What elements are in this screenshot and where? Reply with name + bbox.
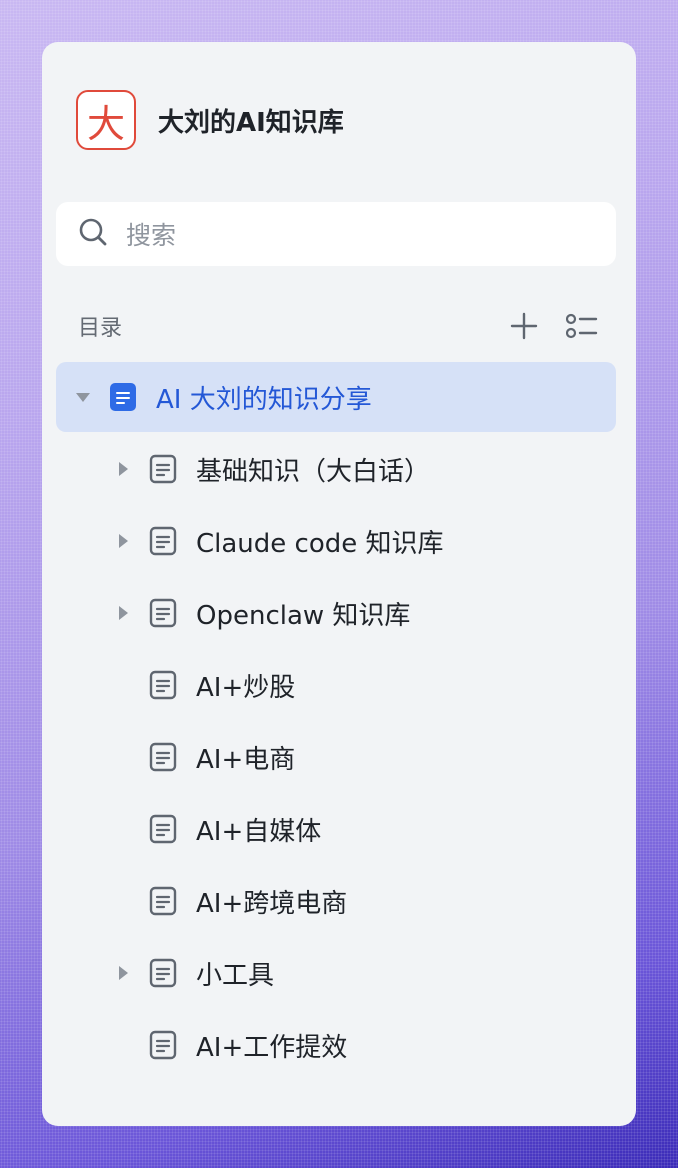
kb-title[interactable]: 大刘的AI知识库 [158,102,344,139]
tree-row-label: Claude code 知识库 [196,528,444,559]
caret-right-icon[interactable] [114,460,132,478]
document-icon [148,670,178,700]
tree-row[interactable]: Claude code 知识库 [56,506,616,576]
tree-row-label: AI+工作提效 [196,1032,348,1063]
tree-row[interactable]: AI+炒股 [56,650,616,720]
tree-row[interactable]: AI+电商 [56,722,616,792]
tree-row[interactable]: AI+自媒体 [56,794,616,864]
list-icon [566,313,598,339]
doc-tree: AI 大刘的知识分享 基础知识（大白话） Claude code 知识库 Openc… [56,362,616,1082]
sidebar-panel: 大 大刘的AI知识库 搜索 目录 AI 大刘的知识分享 基础知识（大白话） Cl… [42,42,636,1126]
add-button[interactable] [506,308,542,344]
toc-label: 目录 [78,316,123,341]
caret-right-icon[interactable] [114,604,132,622]
document-icon [148,814,178,844]
tree-row[interactable]: 基础知识（大白话） [56,434,616,504]
caret-right-icon[interactable] [114,964,132,982]
toc-actions [506,308,600,344]
tree-row-label: AI+电商 [196,744,296,775]
document-icon [148,526,178,556]
document-icon [148,958,178,988]
tree-row-label: 小工具 [196,960,275,991]
tree-row-root[interactable]: AI 大刘的知识分享 [56,362,616,432]
outline-toggle-button[interactable] [564,308,600,344]
document-icon [148,742,178,772]
document-icon [148,1030,178,1060]
document-icon [148,454,178,484]
tree-row-label: Openclaw 知识库 [196,600,411,631]
kb-header: 大 大刘的AI知识库 [76,90,344,150]
tree-row-label: AI 大刘的知识分享 [156,384,372,415]
document-filled-icon [108,382,138,412]
search-input[interactable]: 搜索 [56,202,616,266]
plus-icon [510,312,538,340]
caret-right-icon[interactable] [114,532,132,550]
search-icon [78,217,108,251]
tree-row[interactable]: AI+跨境电商 [56,866,616,936]
document-icon [148,886,178,916]
search-placeholder: 搜索 [126,221,177,250]
caret-down-icon[interactable] [74,388,92,406]
tree-row-label: AI+跨境电商 [196,888,348,919]
kb-logo[interactable]: 大 [76,90,136,150]
tree-row-label: AI+炒股 [196,672,296,703]
tree-row[interactable]: 小工具 [56,938,616,1008]
tree-row-label: 基础知识（大白话） [196,456,431,487]
tree-row[interactable]: Openclaw 知识库 [56,578,616,648]
tree-row[interactable]: AI+工作提效 [56,1010,616,1080]
tree-row-label: AI+自媒体 [196,816,322,847]
kb-logo-char: 大 [86,101,125,146]
toc-header: 目录 [78,308,600,344]
document-icon [148,598,178,628]
